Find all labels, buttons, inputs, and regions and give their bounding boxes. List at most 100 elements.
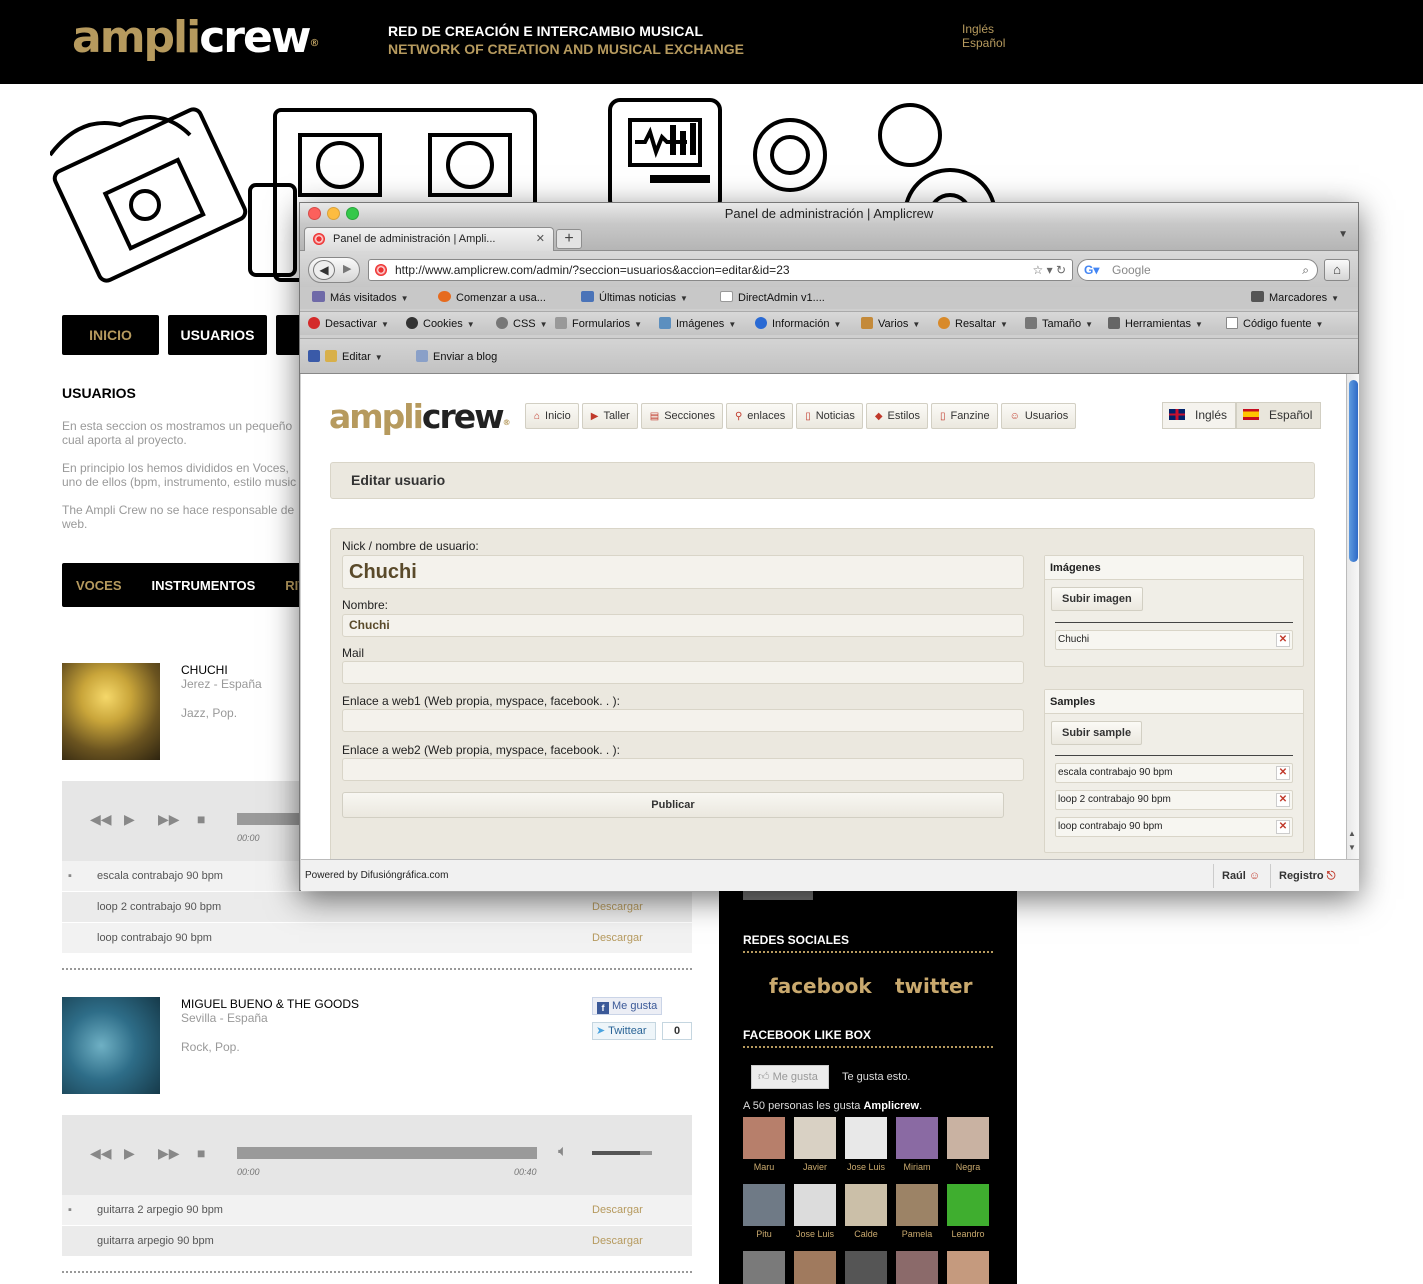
admin-menu-taller[interactable]: ▶ Taller [581,403,638,429]
track-row[interactable]: loop 2 contrabajo 90 bpm Descargar [62,892,692,923]
url-dropdown-icon[interactable]: ▾ [1047,263,1053,277]
user-name[interactable]: MIGUEL BUENO & THE GOODS [181,997,359,1011]
window-titlebar[interactable]: Panel de administración | Amplicrew [300,203,1358,225]
fan-face[interactable] [743,1251,785,1284]
back-button[interactable]: ◀ [313,260,335,280]
twitter-link[interactable]: twitter [895,974,972,998]
vertical-scrollbar[interactable]: ▲ ▼ [1346,374,1359,859]
site-identity-icon[interactable] [375,264,387,276]
send-to-blog[interactable]: Enviar a blog [416,345,497,369]
lang-spanish-button[interactable]: Español [1236,402,1322,429]
track-row[interactable]: ▪ guitarra 2 arpegio 90 bpm Descargar [62,1195,692,1226]
upload-image-button[interactable]: Subir imagen [1051,587,1143,611]
web1-input[interactable] [342,709,1024,732]
track-row[interactable]: guitarra arpegio 90 bpm Descargar [62,1226,692,1257]
dev-misc[interactable]: Varios ▼ [861,312,920,337]
close-tab-icon[interactable]: ✕ [536,228,545,250]
download-link[interactable]: Descargar [592,892,643,923]
upload-sample-button[interactable]: Subir sample [1051,721,1143,745]
rewind-icon[interactable]: ◀◀ [90,1145,112,1162]
forward-icon[interactable]: ▶▶ [158,811,180,828]
tab-list-icon[interactable]: ▼ [1338,229,1348,240]
fan-face[interactable]: Calde [845,1184,887,1239]
category-voces[interactable]: VOCES [76,578,122,593]
user-name[interactable]: CHUCHI [181,663,228,677]
close-window-icon[interactable] [308,207,321,220]
nick-input[interactable]: Chuchi [342,555,1024,589]
fan-face[interactable]: Pitu [743,1184,785,1239]
dev-images[interactable]: Imágenes ▼ [659,312,736,337]
tweet-button[interactable]: ➤ Twittear [592,1022,656,1040]
admin-menu-enlaces[interactable]: ⚲ enlaces [725,403,794,429]
fan-face[interactable] [794,1251,836,1284]
rewind-icon[interactable]: ◀◀ [90,811,112,828]
search-bar[interactable]: G▾ Google ⌕ [1077,259,1318,281]
name-input[interactable]: Chuchi [342,614,1024,637]
track-row[interactable]: loop contrabajo 90 bpm Descargar [62,923,692,954]
progress-bar[interactable] [237,1147,537,1159]
scrollbar-thumb[interactable] [1349,380,1358,562]
admin-menu-estilos[interactable]: ◆ Estilos [865,403,928,429]
volume-slider[interactable] [592,1151,652,1155]
browser-tab[interactable]: Panel de administración | Ampli... ✕ [304,227,554,251]
sample-file-row[interactable]: loop 2 contrabajo 90 bpm ✕ [1055,790,1293,810]
fan-face[interactable] [947,1251,989,1284]
forward-button[interactable]: ▶ [343,262,351,275]
dev-disable[interactable]: Desactivar ▼ [308,312,389,337]
like-count-page[interactable]: Amplicrew [863,1100,919,1112]
facebook-like-button[interactable]: f Me gusta [592,997,662,1015]
download-link[interactable]: Descargar [592,1226,643,1257]
fan-face[interactable]: Miriam [896,1117,938,1172]
contribute-edit[interactable]: Editar ▼ [308,345,383,370]
nav-inicio[interactable]: INICIO [62,315,159,355]
new-tab-button[interactable]: + [556,229,582,249]
bookmarks-menu[interactable]: Marcadores ▼ [1251,287,1339,310]
publish-button[interactable]: Publicar [342,792,1004,818]
bookmark-getting-started[interactable]: Comenzar a usa... [438,287,546,309]
category-instrumentos[interactable]: INSTRUMENTOS [152,578,256,593]
sample-file-row[interactable]: loop contrabajo 90 bpm ✕ [1055,817,1293,837]
dev-tools[interactable]: Herramientas ▼ [1108,312,1203,337]
fan-face[interactable]: Leandro [947,1184,989,1239]
fan-face[interactable] [896,1251,938,1284]
admin-menu-inicio[interactable]: ⌂ Inicio [525,403,579,429]
delete-icon[interactable]: ✕ [1276,793,1290,807]
reload-icon[interactable]: ↻ [1056,263,1066,277]
dev-cookies[interactable]: Cookies ▼ [406,312,475,337]
dev-view-source[interactable]: Código fuente ▼ [1226,312,1323,337]
scroll-down-icon[interactable]: ▼ [1348,843,1356,852]
dev-information[interactable]: Información ▼ [755,312,841,337]
stop-icon[interactable]: ■ [197,811,205,827]
likebox-like-button[interactable]: 👍︎ Me gusta [751,1065,829,1089]
admin-menu-noticias[interactable]: ▯ Noticias [796,403,863,429]
web2-input[interactable] [342,758,1024,781]
play-icon[interactable]: ▶ [124,811,135,828]
fan-face[interactable]: Negra [947,1117,989,1172]
delete-icon[interactable]: ✕ [1276,820,1290,834]
fan-face[interactable] [845,1251,887,1284]
bookmark-directadmin[interactable]: DirectAdmin v1.... [720,287,825,309]
nav-usuarios[interactable]: USUARIOS [168,315,267,355]
admin-menu-secciones[interactable]: ▤ Secciones [640,403,723,429]
sample-file-row[interactable]: escala contrabajo 90 bpm ✕ [1055,763,1293,783]
dev-css[interactable]: CSS ▼ [496,312,548,337]
zoom-window-icon[interactable] [346,207,359,220]
delete-icon[interactable]: ✕ [1276,633,1290,647]
home-button[interactable]: ⌂ [1324,259,1350,281]
bookmark-latest-news[interactable]: Últimas noticias ▼ [581,287,688,310]
lang-link-english[interactable]: Inglés [962,22,1005,36]
dev-forms[interactable]: Formularios ▼ [555,312,642,337]
fan-face[interactable]: Pamela [896,1184,938,1239]
stop-icon[interactable]: ■ [197,1145,205,1161]
admin-menu-fanzine[interactable]: ▯ Fanzine [930,403,998,429]
admin-menu-usuarios[interactable]: ☺ Usuarios [1000,403,1077,429]
google-engine-icon[interactable]: G▾ [1084,263,1099,277]
status-user-button[interactable]: Raúl ☺ [1213,864,1268,888]
bookmark-star-icon[interactable]: ☆ [1032,263,1043,277]
user-thumbnail[interactable] [62,997,160,1094]
bookmark-most-visited[interactable]: Más visitados ▼ [312,287,409,310]
dev-outline[interactable]: Resaltar ▼ [938,312,1008,337]
fan-face[interactable]: Jose Luis [845,1117,887,1172]
site-logo[interactable]: amplicrew® [72,8,319,68]
url-bar[interactable]: http://www.amplicrew.com/admin/?seccion=… [368,259,1073,281]
